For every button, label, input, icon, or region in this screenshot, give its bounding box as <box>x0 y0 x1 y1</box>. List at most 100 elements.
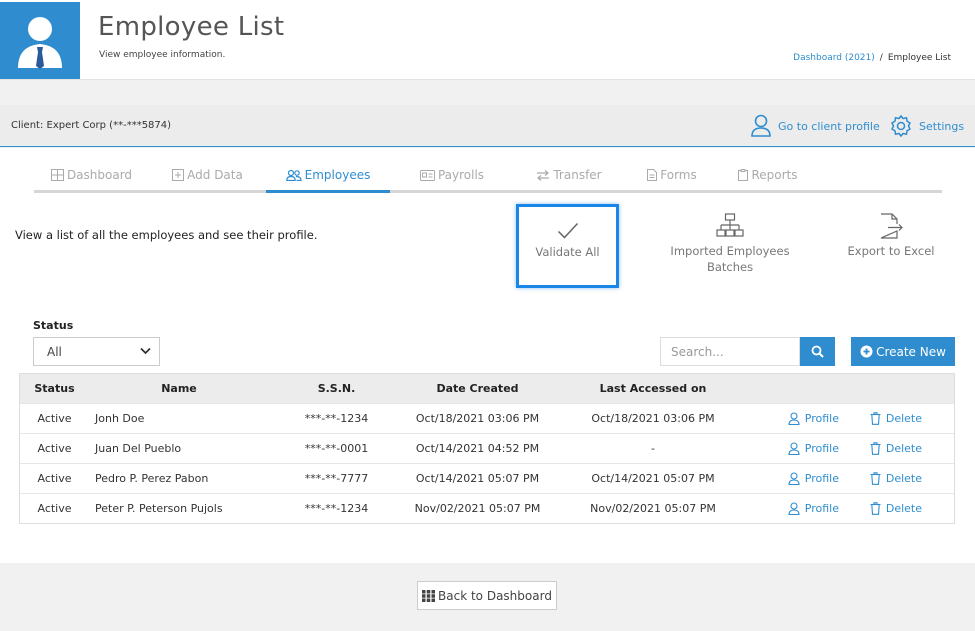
cell-ssn: ***-**-7777 <box>304 472 369 485</box>
profile-link[interactable]: Profile <box>755 472 839 485</box>
create-new-button[interactable]: Create New <box>851 337 955 366</box>
profile-link[interactable]: Profile <box>755 502 839 515</box>
imported-employees-batches-button[interactable]: Imported Employees Batches <box>666 205 794 288</box>
cell-status: Active <box>37 502 72 515</box>
breadcrumb-current: Employee List <box>887 53 951 63</box>
table-row: Active Juan Del Pueblo ***-**-0001 Oct/1… <box>20 433 954 463</box>
client-bar: Client: Expert Corp (**-***5874) Go to c… <box>0 105 975 147</box>
tab-forms[interactable]: Forms <box>624 160 720 190</box>
tab-forms-label: Forms <box>660 168 697 182</box>
user-icon <box>788 412 800 425</box>
main-content: Dashboard Add Data Employees Payrolls Tr… <box>0 148 975 563</box>
dashboard-icon <box>50 169 64 181</box>
cell-name: Peter P. Peterson Pujols <box>95 502 223 515</box>
clipboard-icon <box>738 169 749 181</box>
breadcrumb: Dashboard (2021) / Employee List <box>793 53 951 63</box>
delete-link[interactable]: Delete <box>839 502 924 515</box>
search-button[interactable] <box>800 337 835 366</box>
cell-date-created: Oct/14/2021 04:52 PM <box>415 442 540 455</box>
tab-employees[interactable]: Employees <box>266 160 390 193</box>
page-title: Employee List <box>98 12 285 42</box>
delete-link[interactable]: Delete <box>839 472 924 485</box>
trash-icon <box>870 502 881 515</box>
export-file-icon <box>880 213 903 239</box>
intro-text: View a list of all the employees and see… <box>15 228 318 242</box>
trash-icon <box>870 442 881 455</box>
status-filter-value: All <box>47 344 62 359</box>
column-header-name: Name <box>161 382 197 395</box>
cell-date-created: Oct/18/2021 03:06 PM <box>415 412 540 425</box>
user-icon <box>788 502 800 515</box>
table-row: Active Jonh Doe ***-**-1234 Oct/18/2021 … <box>20 403 954 433</box>
cell-last-accessed: Oct/18/2021 03:06 PM <box>591 412 715 425</box>
id-card-icon <box>419 169 435 181</box>
table-row: Active Pedro P. Perez Pabon ***-**-7777 … <box>20 463 954 493</box>
tab-transfer-label: Transfer <box>553 168 602 182</box>
tab-employees-label: Employees <box>304 168 371 182</box>
go-to-client-profile-label: Go to client profile <box>778 119 880 133</box>
tab-reports[interactable]: Reports <box>720 160 816 190</box>
page-header: Employee List View employee information.… <box>0 0 975 80</box>
user-icon <box>788 472 800 485</box>
table-header-row: Status Name S.S.N. Date Created Last Acc… <box>20 374 954 403</box>
status-filter-label: Status <box>33 319 74 332</box>
search-input[interactable] <box>660 337 800 366</box>
validate-all-button[interactable]: Validate All <box>516 204 619 288</box>
imported-batches-label-line1: Imported Employees <box>670 244 790 258</box>
checkmark-icon <box>557 222 578 239</box>
cell-date-created: Nov/02/2021 05:07 PM <box>414 502 541 515</box>
cell-status: Active <box>37 442 72 455</box>
delete-link-label: Delete <box>885 502 922 515</box>
column-header-last-accessed: Last Accessed on <box>599 382 707 395</box>
cell-status: Active <box>37 412 72 425</box>
imported-batches-label-line2: Batches <box>706 260 754 274</box>
profile-link-label: Profile <box>804 472 839 485</box>
settings-link[interactable]: Settings <box>889 114 964 138</box>
breadcrumb-dashboard-link[interactable]: Dashboard (2021) <box>793 53 875 63</box>
table-row: Active Peter P. Peterson Pujols ***-**-1… <box>20 493 954 523</box>
create-new-label: Create New <box>876 344 946 359</box>
employee-avatar-icon <box>18 17 62 69</box>
column-header-status: Status <box>34 382 75 395</box>
user-icon <box>788 442 800 455</box>
settings-label: Settings <box>919 119 965 133</box>
delete-link[interactable]: Delete <box>839 412 924 425</box>
cell-name: Jonh Doe <box>95 412 145 425</box>
breadcrumb-separator: / <box>879 53 883 63</box>
back-to-dashboard-button[interactable]: Back to Dashboard <box>417 581 557 610</box>
trash-icon <box>870 472 881 485</box>
grid-icon <box>422 589 436 602</box>
delete-link-label: Delete <box>885 442 922 455</box>
export-to-excel-button[interactable]: Export to Excel <box>842 205 940 288</box>
cell-last-accessed: - <box>651 442 655 455</box>
hierarchy-icon <box>716 213 744 237</box>
delete-link-label: Delete <box>885 412 922 425</box>
tab-payrolls[interactable]: Payrolls <box>390 160 514 190</box>
tab-dashboard-label: Dashboard <box>66 168 133 182</box>
delete-link-label: Delete <box>885 472 922 485</box>
user-avatar-logo <box>0 2 80 79</box>
cell-name: Juan Del Pueblo <box>95 442 182 455</box>
back-to-dashboard-label: Back to Dashboard <box>438 588 552 603</box>
tab-transfer[interactable]: Transfer <box>514 160 624 190</box>
tab-dashboard[interactable]: Dashboard <box>34 160 149 190</box>
tab-add-data-label: Add Data <box>187 168 243 182</box>
cell-date-created: Oct/14/2021 05:07 PM <box>415 472 540 485</box>
plus-circle-icon <box>860 345 873 358</box>
plus-box-icon <box>172 169 185 181</box>
delete-link[interactable]: Delete <box>839 442 924 455</box>
profile-link[interactable]: Profile <box>755 442 839 455</box>
cell-status: Active <box>37 472 72 485</box>
status-filter-select[interactable]: All <box>33 337 160 366</box>
go-to-client-profile-link[interactable]: Go to client profile <box>750 114 880 138</box>
column-header-ssn: S.S.N. <box>317 382 356 395</box>
cell-ssn: ***-**-1234 <box>304 412 369 425</box>
page-subtitle: View employee information. <box>99 50 226 60</box>
user-profile-icon <box>751 114 771 137</box>
profile-link-label: Profile <box>804 502 839 515</box>
profile-link[interactable]: Profile <box>755 412 839 425</box>
chevron-down-icon <box>140 347 151 355</box>
nav-tabs: Dashboard Add Data Employees Payrolls Tr… <box>34 160 942 193</box>
profile-link-label: Profile <box>804 412 839 425</box>
tab-add-data[interactable]: Add Data <box>149 160 266 190</box>
